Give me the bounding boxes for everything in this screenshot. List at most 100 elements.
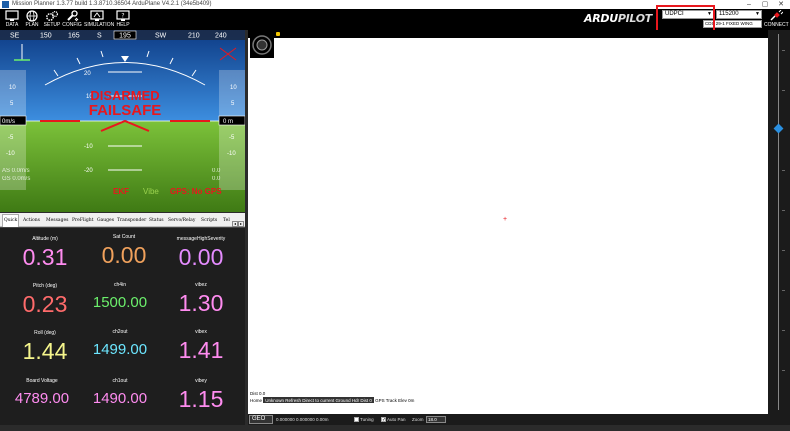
ground — [0, 121, 245, 212]
quick-label: messageHighSeverity — [176, 236, 226, 242]
autopan-checkbox[interactable]: ✓ — [381, 417, 386, 423]
data-button[interactable]: DATA — [2, 10, 22, 29]
coord-system-select[interactable]: GEO — [249, 415, 273, 424]
alt-scale-label: 10 — [230, 85, 237, 91]
slider-tick — [782, 250, 785, 251]
heading-label: 165 — [68, 33, 80, 40]
quick-value: 0.31 — [22, 244, 68, 270]
minimize-icon[interactable]: – — [742, 0, 756, 9]
config-button[interactable]: CONFIG — [62, 10, 82, 29]
tab-preflight[interactable]: PreFlight — [71, 215, 94, 226]
gps-status: GPS: No GPS — [170, 187, 222, 196]
slider-tick — [782, 170, 785, 171]
quick-value: 1.30 — [178, 290, 224, 316]
quick-cell[interactable]: Sat Count 0.00 — [84, 233, 164, 269]
close-icon[interactable]: ✕ — [774, 0, 788, 9]
tab-scripts[interactable]: Scripts — [200, 215, 218, 226]
tab-messages[interactable]: Messages — [45, 215, 69, 226]
baud-value: 115200 — [719, 11, 739, 17]
maximize-icon[interactable]: ▢ — [758, 0, 772, 9]
tab-servo-relay[interactable]: Servo/Relay — [167, 215, 196, 226]
plan-label: PLAN — [25, 22, 39, 28]
setup-label: SETUP — [43, 22, 61, 28]
simulation-button[interactable]: SIMULATION — [84, 10, 114, 29]
map-zoom-slider[interactable] — [768, 30, 790, 414]
coords-readout: 0.000000 0.000000 0.00m — [276, 417, 329, 422]
quick-label: ch4in — [114, 282, 126, 288]
slider-tick — [782, 330, 785, 331]
quick-value: 1.41 — [178, 337, 224, 363]
right-info: 0.0 — [212, 176, 221, 182]
quick-cell[interactable]: vibey 1.15 — [161, 377, 241, 413]
speed-scale-label: -5 — [8, 135, 14, 141]
autopan-toggle[interactable]: ✓Auto Pan — [381, 414, 406, 425]
quick-cell[interactable]: messageHighSeverity 0.00 — [161, 235, 241, 271]
tuning-checkbox[interactable] — [354, 417, 359, 423]
quick-cell[interactable]: ch2out 1499.00 — [80, 328, 160, 364]
quick-value: 1.15 — [178, 386, 224, 412]
alt-scale-label: -10 — [227, 151, 236, 157]
baud-select[interactable]: 115200 ▼ — [716, 10, 762, 19]
svg-text:?: ? — [121, 13, 124, 20]
plan-button[interactable]: PLAN — [22, 10, 42, 29]
app-icon — [2, 1, 9, 8]
quick-value: 0.23 — [22, 291, 68, 317]
pitch-label: 20 — [84, 71, 91, 77]
quick-label: Pitch (deg) — [32, 283, 58, 289]
map-info-overlay: Dist 0.0 Home Unknown Refresh Direct to … — [250, 390, 415, 404]
connect-button[interactable]: CONNECT — [764, 10, 789, 30]
groundspeed-info: GS 0.0m/s — [2, 176, 30, 182]
quick-cell[interactable]: Pitch (deg) 0.23 — [5, 282, 85, 318]
speed-scale-label: 10 — [9, 85, 16, 91]
tab-actions[interactable]: Actions — [22, 215, 41, 226]
slider-track — [778, 34, 779, 410]
heading-label: 210 — [188, 33, 200, 40]
quick-cell[interactable]: ch1out 1490.00 — [80, 377, 160, 413]
tab-telemetry[interactable]: Tel — [222, 215, 231, 226]
quick-cell[interactable]: Altitude (m) 0.31 — [5, 235, 85, 271]
map-pan-control[interactable] — [250, 32, 274, 58]
ekf-status[interactable]: EKF — [113, 187, 129, 196]
quick-label: vibez — [195, 282, 207, 288]
tab-quick[interactable]: Quick — [2, 214, 20, 227]
zoom-label: Zoom — [412, 417, 424, 422]
quick-value: 4789.00 — [14, 390, 70, 407]
setup-button[interactable]: SETUP — [42, 10, 62, 29]
disarmed-status: DISARMED — [90, 88, 159, 103]
simulation-icon — [90, 10, 104, 21]
map-info-home: Home — [250, 398, 263, 403]
map-marker-icon[interactable] — [276, 32, 280, 36]
help-label: HELP — [116, 22, 130, 28]
help-monitor-icon: ? — [116, 10, 130, 21]
quick-label: Roll (deg) — [34, 330, 56, 336]
tuning-toggle[interactable]: Tuning — [354, 414, 374, 425]
pitch-label: -10 — [84, 144, 93, 150]
quick-cell[interactable]: ch4in 1500.00 — [80, 281, 160, 317]
heading-label: SE — [10, 33, 20, 40]
slider-handle[interactable] — [773, 123, 784, 134]
quick-label: Altitude (m) — [32, 236, 58, 242]
map-view[interactable]: + Dist 0.0 Home Unknown Refresh Direct t… — [248, 30, 768, 414]
zoom-input[interactable]: 18.0 — [426, 416, 446, 423]
tab-transponder[interactable]: Transponder — [116, 215, 147, 226]
quick-cell[interactable]: vibez 1.30 — [161, 281, 241, 317]
ardupilot-logo: ARDUPILOT — [584, 12, 652, 25]
quick-cell[interactable]: Board Voltage 4789.00 — [2, 377, 82, 413]
tab-status[interactable]: Status — [148, 215, 165, 226]
tab-gauges[interactable]: Gauges — [96, 215, 115, 226]
bottom-strip — [0, 425, 790, 431]
quick-value: 0.00 — [178, 244, 224, 270]
monitor-icon — [5, 10, 19, 21]
heading-label: S — [97, 33, 102, 40]
map-info-tail: GPS Track Elev 0m — [375, 398, 415, 403]
help-button[interactable]: ? HELP — [113, 10, 133, 29]
globe-icon — [26, 10, 38, 22]
quick-cell[interactable]: Roll (deg) 1.44 — [5, 329, 85, 365]
quick-cell[interactable]: vibex 1.41 — [161, 328, 241, 364]
map-topbar — [248, 30, 768, 38]
altitude-readout: 0 m — [223, 119, 233, 125]
vibe-status[interactable]: Vibe — [143, 187, 159, 196]
speed-scale-label: -10 — [6, 151, 15, 157]
speed-readout: 0m/s — [2, 119, 15, 125]
gears-icon — [46, 10, 59, 21]
